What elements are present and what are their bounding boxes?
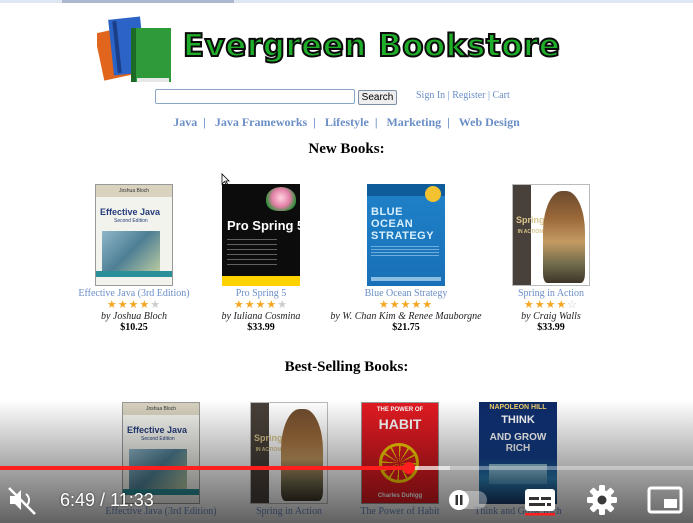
cover-title-line: AND GROW RICH	[489, 432, 547, 454]
cover-author: Charles Duhigg	[377, 493, 423, 499]
active-tab-indicator	[62, 0, 234, 3]
top-tab-strip	[0, 0, 693, 3]
cover-footer	[371, 277, 441, 281]
mute-icon[interactable]	[4, 482, 40, 518]
new-books-heading: New Books:	[308, 141, 385, 157]
cover-title-line: HABIT	[378, 416, 422, 432]
book-cover[interactable]: Spring IN ACTION	[512, 184, 590, 286]
book-cover[interactable]: Spring IN ACTION	[250, 402, 328, 504]
cover-illustration	[281, 409, 323, 501]
best-selling-heading: Best-Selling Books:	[284, 359, 409, 375]
cover-title-line: STRATEGY	[371, 230, 435, 242]
book-price: $33.99	[247, 322, 275, 333]
cover-title: Spring IN ACTION	[516, 215, 545, 237]
book-cover[interactable]: THE POWER OF HABIT Charles Duhigg	[361, 402, 439, 504]
cover-title: Effective Java	[100, 207, 161, 217]
cover-title: Effective Java	[127, 425, 188, 435]
cover-blurb	[227, 239, 277, 265]
search-input[interactable]	[155, 89, 355, 104]
category-web-design[interactable]: Web Design	[459, 115, 520, 129]
time-display: 6:49 / 11:33	[60, 490, 154, 510]
book-card[interactable]: BLUE OCEAN STRATEGY Blue Ocean Strategy …	[326, 184, 486, 333]
subtitles-icon[interactable]	[522, 482, 558, 518]
cart-link[interactable]: Cart	[493, 90, 510, 101]
book-cover[interactable]: Joshua Bloch Effective Java Second Editi…	[95, 184, 173, 286]
book-title-link[interactable]: Pro Spring 5	[181, 288, 341, 299]
category-marketing[interactable]: Marketing	[386, 115, 441, 129]
cover-title-line: Spring	[516, 215, 545, 225]
cover-badge	[425, 186, 441, 202]
progress-scrubber[interactable]	[402, 462, 415, 474]
cover-band	[222, 276, 300, 286]
register-link[interactable]: Register	[452, 90, 485, 101]
cover-illustration	[266, 187, 296, 211]
miniplayer-icon[interactable]	[646, 482, 684, 518]
cover-title-line: BLUE	[371, 206, 403, 218]
book-author: by Craig Walls	[521, 311, 581, 322]
progress-bar[interactable]	[0, 462, 693, 474]
current-time: 6:49	[60, 490, 96, 510]
store-title[interactable]: Evergreen Bookstore	[182, 27, 561, 65]
star-rating: ★★★★★	[233, 299, 289, 311]
account-links: Sign In | Register | Cart	[416, 90, 510, 101]
category-nav: Java | Java Frameworks | Lifestyle | Market…	[173, 115, 520, 129]
book-card[interactable]: Pro Spring 5 Pro Spring 5 ★★★★★ by Iulia…	[181, 184, 341, 333]
sign-in-link[interactable]: Sign In	[416, 90, 445, 101]
book-price: $21.75	[392, 322, 420, 333]
progress-played	[0, 466, 409, 470]
cover-title-line: THE POWER OF	[376, 407, 424, 413]
star-rating: ★★★★☆	[523, 299, 579, 311]
cover-title-line: IN ACTION	[517, 229, 543, 235]
book-price: $33.99	[537, 322, 565, 333]
cover-title: Spring IN ACTION	[254, 433, 283, 455]
cover-title-line: Spring	[254, 433, 283, 443]
bookstore-logo-icon	[97, 16, 171, 82]
cover-subtitle: Second Edition	[141, 436, 175, 442]
search-button[interactable]: Search	[358, 90, 397, 105]
cover-blurb	[371, 246, 439, 256]
book-card[interactable]: Spring IN ACTION Spring in Action ★★★★☆ b…	[471, 184, 631, 333]
category-java[interactable]: Java	[173, 115, 197, 129]
cover-title-line: IN ACTION	[255, 447, 281, 453]
cover-title-line: OCEAN	[371, 218, 414, 230]
category-lifestyle[interactable]: Lifestyle	[325, 115, 369, 129]
cover-author-band: Joshua Bloch	[96, 185, 172, 197]
book-cover[interactable]: BLUE OCEAN STRATEGY	[367, 184, 445, 286]
book-title-link[interactable]: Spring in Action	[471, 288, 631, 299]
duration: 11:33	[110, 490, 154, 510]
cover-subtitle: Second Edition	[114, 218, 148, 224]
cover-ribbon	[96, 271, 172, 277]
settings-icon[interactable]	[584, 482, 620, 518]
book-cover[interactable]: Joshua Bloch Effective Java Second Editi…	[122, 402, 200, 504]
cover-author-band: Joshua Bloch	[123, 403, 199, 415]
book-cover[interactable]: Pro Spring 5	[222, 184, 300, 286]
cover-illustration	[102, 231, 160, 271]
book-title-link[interactable]: Blue Ocean Strategy	[326, 288, 486, 299]
cover-illustration	[543, 191, 585, 283]
book-author: by W. Chan Kim & Renee Mauborgne	[330, 311, 482, 322]
cover-title-line: THINK	[501, 414, 535, 426]
book-author: by Iuliana Cosmina	[221, 311, 301, 322]
cover-title: Pro Spring 5	[227, 218, 300, 233]
pause-toggle-icon[interactable]	[446, 482, 490, 518]
category-java-frameworks[interactable]: Java Frameworks	[215, 115, 307, 129]
star-rating: ★★★★★	[378, 299, 434, 311]
cover-author: NAPOLEON HILL	[489, 404, 547, 411]
